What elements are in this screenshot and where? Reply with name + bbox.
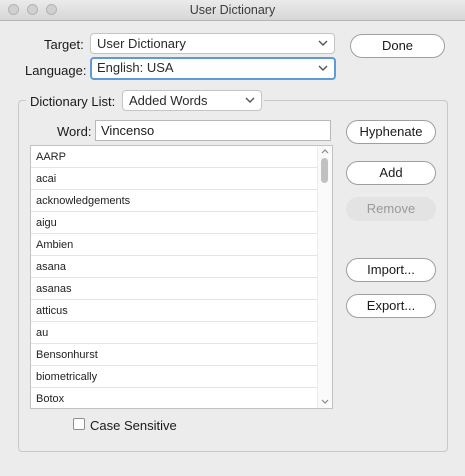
chevron-down-icon: [318, 40, 328, 46]
list-item[interactable]: acai: [31, 168, 319, 190]
list-item[interactable]: acknowledgements: [31, 190, 319, 212]
dictionary-list-value: Added Words: [129, 93, 208, 108]
remove-button[interactable]: Remove: [346, 197, 436, 221]
list-item[interactable]: Bensonhurst: [31, 344, 319, 366]
chevron-down-icon: [245, 97, 255, 103]
word-label: Word:: [57, 124, 92, 139]
scroll-down-icon[interactable]: [321, 399, 329, 405]
list-item[interactable]: Botox: [31, 388, 319, 408]
word-input[interactable]: Vincenso: [95, 120, 331, 141]
list-item[interactable]: AARP: [31, 146, 319, 168]
dictionary-list-select[interactable]: Added Words: [122, 90, 262, 111]
word-list-rows: AARP acai acknowledgements aigu Ambien asana a…: [31, 146, 332, 408]
language-select[interactable]: English: USA: [90, 57, 336, 80]
title-bar: User Dictionary: [0, 0, 465, 21]
case-sensitive-label: Case Sensitive: [90, 418, 177, 433]
language-value: English: USA: [97, 60, 174, 75]
hyphenate-button[interactable]: Hyphenate: [346, 120, 436, 144]
list-item[interactable]: biometrically: [31, 366, 319, 388]
list-item[interactable]: aigu: [31, 212, 319, 234]
dictionary-list-label: Dictionary List:: [30, 94, 116, 109]
done-button[interactable]: Done: [350, 34, 445, 58]
case-sensitive-checkbox[interactable]: [73, 418, 85, 430]
export-button[interactable]: Export...: [346, 294, 436, 318]
list-item[interactable]: asanas: [31, 278, 319, 300]
list-item[interactable]: Ambien: [31, 234, 319, 256]
chevron-down-icon: [318, 65, 328, 71]
scrollbar-thumb[interactable]: [321, 158, 328, 183]
target-value: User Dictionary: [97, 36, 186, 51]
list-item[interactable]: asana: [31, 256, 319, 278]
target-label: Target:: [44, 37, 84, 52]
list-scrollbar[interactable]: [317, 146, 332, 408]
language-label: Language:: [25, 63, 87, 78]
word-list[interactable]: AARP acai acknowledgements aigu Ambien asana a…: [30, 145, 333, 409]
scroll-up-icon[interactable]: [321, 148, 329, 154]
window-title: User Dictionary: [189, 3, 276, 17]
import-button[interactable]: Import...: [346, 258, 436, 282]
list-item[interactable]: au: [31, 322, 319, 344]
target-select[interactable]: User Dictionary: [90, 33, 335, 54]
add-button[interactable]: Add: [346, 161, 436, 185]
list-item[interactable]: atticus: [31, 300, 319, 322]
